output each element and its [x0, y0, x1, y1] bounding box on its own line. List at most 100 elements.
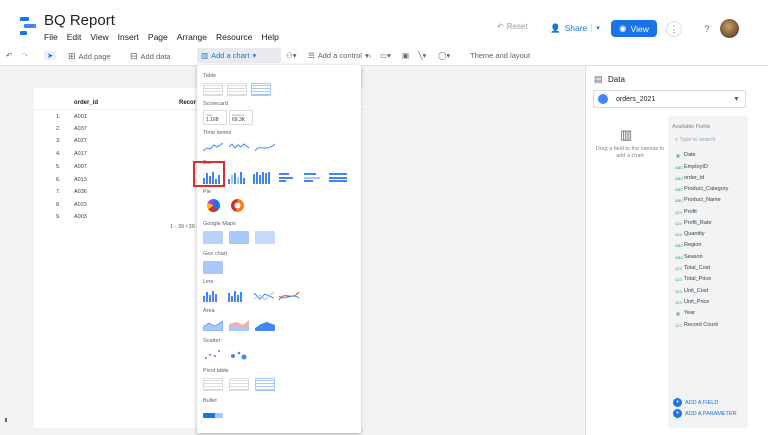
row-order-id: A037	[74, 126, 87, 132]
chart-geo-icon[interactable]	[203, 261, 223, 274]
row-number: 8.	[56, 202, 61, 208]
add-chart-button[interactable]: ▥ Add a chart ▾	[197, 48, 281, 63]
field-label: Product_Name	[684, 197, 721, 203]
chart-grouped-bar-icon[interactable]	[304, 171, 324, 184]
chart-stacked-area-icon[interactable]	[229, 319, 249, 331]
menu-help[interactable]: Help	[261, 32, 278, 42]
field-item[interactable]: ABC Season	[675, 254, 703, 260]
chart-line-icon[interactable]	[254, 290, 274, 302]
chart-smoothed-series-icon[interactable]	[255, 141, 275, 153]
redo-icon[interactable]: ↷	[22, 51, 28, 60]
chart-stacked-combo-icon[interactable]	[228, 289, 248, 302]
chart-bar-icon[interactable]	[279, 171, 299, 184]
menu-insert[interactable]: Insert	[118, 32, 139, 42]
chart-percent-area-icon[interactable]	[255, 319, 275, 331]
column-header-record[interactable]: Recor	[179, 100, 196, 106]
field-item[interactable]: 123 Unit_Cost	[675, 288, 708, 294]
number-type-icon: 123	[675, 322, 682, 328]
chart-table-heatmap-icon[interactable]	[251, 83, 271, 96]
add-data-button[interactable]: ⊟ Add data	[130, 51, 171, 62]
chart-pivot-table-icon[interactable]	[203, 378, 223, 391]
chart-heatmap-map-icon[interactable]	[255, 231, 275, 244]
theme-layout-button[interactable]: Theme and layout	[470, 51, 530, 60]
reset-label: Reset	[506, 22, 528, 31]
field-item[interactable]: 123 Total_Price	[675, 276, 711, 282]
chart-area-icon[interactable]	[203, 319, 223, 331]
field-search[interactable]: ⌕ Type to search	[675, 137, 716, 144]
field-item[interactable]: 123 Unit_Price	[675, 299, 709, 305]
menu-view[interactable]: View	[90, 32, 108, 42]
text-type-icon: ABC	[675, 197, 684, 203]
chart-pivot-bars-icon[interactable]	[229, 378, 249, 391]
help-icon[interactable]: ?	[699, 21, 715, 37]
field-item[interactable]: ABC EmployID	[675, 164, 708, 170]
field-item[interactable]: 123 Total_Cost	[675, 265, 710, 271]
chart-table-icon[interactable]	[203, 83, 223, 96]
data-source-select[interactable]: orders_2021	[593, 90, 746, 108]
add-page-button[interactable]: ⊞ Add page	[68, 51, 111, 62]
line-icon[interactable]: ╲▾	[418, 51, 426, 60]
field-item[interactable]: 123 Profit_Rate	[675, 220, 712, 226]
chart-grouped-column-icon[interactable]	[228, 171, 248, 184]
chart-combo-icon[interactable]	[203, 289, 223, 302]
field-item[interactable]: 123 Record Count	[675, 322, 718, 328]
undo-icon[interactable]: ↶	[6, 51, 12, 60]
app-logo-icon[interactable]	[20, 17, 36, 35]
column-header-order-id[interactable]: order_id	[74, 100, 98, 106]
pagination[interactable]: 1 - 39 / 39	[170, 224, 195, 230]
more-options-icon[interactable]: ⋮	[666, 21, 682, 37]
field-item[interactable]: ▦ Year	[675, 310, 695, 316]
field-item[interactable]: ABC Product_Category	[675, 186, 728, 192]
chart-smoothed-line-icon[interactable]	[279, 290, 299, 302]
shape-icon[interactable]: ◯▾	[438, 51, 450, 60]
chart-scorecard-icon[interactable]: Total 1,168	[203, 110, 227, 125]
image-icon[interactable]: ▣	[402, 51, 409, 60]
field-item[interactable]: 123 Profit	[675, 209, 697, 215]
chart-scatter-icon[interactable]	[203, 349, 223, 361]
chart-time-series-icon[interactable]	[203, 141, 223, 153]
add-page-label: Add page	[78, 52, 111, 61]
chart-table-bars-icon[interactable]	[227, 83, 247, 96]
add-field-button[interactable]: + ADD A FIELD	[673, 398, 718, 407]
chart-sparkline-icon[interactable]	[229, 141, 249, 153]
share-button[interactable]: 👤 Share ▾	[550, 20, 600, 36]
add-parameter-button[interactable]: + ADD A PARAMETER	[673, 409, 737, 418]
select-cursor-icon[interactable]: ➤	[44, 51, 57, 60]
community-viz-icon[interactable]: ⚇▾	[286, 51, 297, 60]
chart-bubble-icon[interactable]	[229, 349, 249, 361]
embed-code-icon[interactable]: ‹›	[366, 51, 371, 60]
add-field-label: ADD A FIELD	[685, 399, 719, 406]
field-item[interactable]: ABC order_id	[675, 175, 704, 181]
row-number: 2.	[56, 126, 61, 132]
chart-bullet-icon[interactable]	[203, 413, 223, 418]
avatar[interactable]	[720, 19, 739, 38]
chart-pie-icon[interactable]	[207, 199, 220, 212]
reset-button[interactable]: ↶ Reset	[497, 22, 528, 31]
row-number: 5.	[56, 164, 61, 170]
scroll-handle[interactable]	[5, 418, 7, 422]
field-item[interactable]: ABC Product_Name	[675, 197, 721, 203]
chart-stacked-column-icon[interactable]	[253, 171, 273, 184]
menu-arrange[interactable]: Arrange	[177, 32, 207, 42]
chart-donut-icon[interactable]	[231, 199, 244, 212]
section-time-series: Time series	[203, 130, 232, 136]
chart-bubble-map-icon[interactable]	[203, 231, 223, 244]
chart-filled-map-icon[interactable]	[229, 231, 249, 244]
source-dropdown-icon[interactable]: ▼	[733, 96, 740, 103]
add-control-button[interactable]: ☰ Add a control ▾	[308, 51, 369, 60]
chart-stacked-bar-icon[interactable]	[329, 171, 349, 184]
menu-page[interactable]: Page	[148, 32, 168, 42]
chart-pivot-heatmap-icon[interactable]	[255, 378, 275, 391]
share-caret-icon[interactable]: ▾	[591, 24, 600, 32]
menu-edit[interactable]: Edit	[67, 32, 82, 42]
field-item[interactable]: ▦ Date	[675, 152, 696, 158]
menu-resource[interactable]: Resource	[216, 32, 252, 42]
field-item[interactable]: 123 Quantity	[675, 231, 704, 237]
menu-file[interactable]: File	[44, 32, 58, 42]
report-title[interactable]: BQ Report	[44, 12, 115, 29]
field-item[interactable]: ABC Region	[675, 242, 701, 248]
view-button[interactable]: ◉ View	[611, 20, 657, 37]
textbox-icon[interactable]: ▭▾	[380, 51, 391, 60]
add-circle-icon: +	[673, 409, 682, 418]
chart-scorecard-compact-icon[interactable]: Sessions 69.3K	[229, 110, 253, 125]
